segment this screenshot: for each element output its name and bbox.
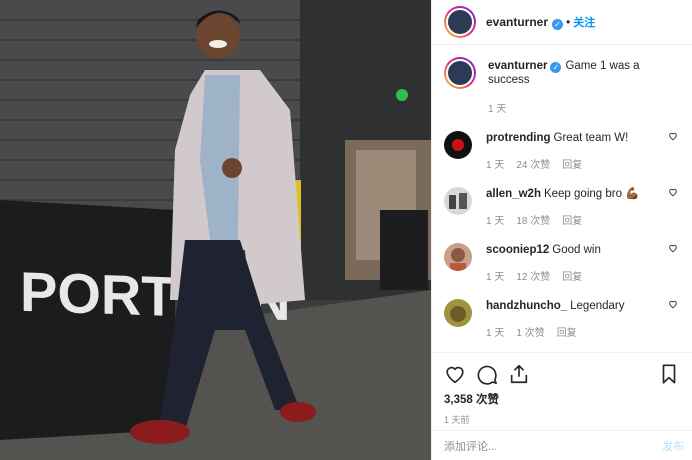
heart-icon[interactable] — [668, 299, 678, 309]
caption-row: evanturner ✓ Game 1 was a success 1 天 — [444, 57, 680, 115]
follow-button[interactable]: 关注 — [573, 17, 595, 29]
comment-likes[interactable]: 1 次赞 — [516, 324, 544, 339]
author-avatar[interactable] — [444, 6, 476, 38]
share-upload-icon[interactable] — [508, 363, 530, 385]
comment-likes[interactable]: 24 次赞 — [516, 156, 550, 171]
comment-time: 1 天 — [486, 272, 505, 283]
author-username[interactable]: evanturner — [486, 15, 548, 29]
comment-row: scooniep12 Good win 1 天 12 次赞 回复 — [444, 243, 680, 283]
post-header: evanturner ✓ • 关注 — [432, 0, 692, 45]
heart-icon[interactable] — [668, 187, 678, 197]
author-line: evanturner ✓ • 关注 — [486, 14, 595, 30]
comment-text: Keep going bro 💪🏾 — [543, 188, 640, 200]
comment-row: protrending Great team W! 1 天 24 次赞 回复 — [444, 131, 680, 171]
comment-username[interactable]: scooniep12 — [486, 244, 549, 256]
comment-username[interactable]: handzhuncho_ — [486, 300, 567, 312]
comment-row: handzhuncho_ Legendary 1 天 1 次赞 回复 — [444, 299, 680, 339]
reply-button[interactable]: 回复 — [562, 268, 582, 283]
caption-username[interactable]: evanturner — [488, 60, 547, 72]
post-photo[interactable]: PORTLAN — [0, 0, 431, 460]
commenter-avatar[interactable] — [444, 131, 472, 159]
heart-icon[interactable] — [668, 131, 678, 141]
comment-likes[interactable]: 12 次赞 — [516, 268, 550, 283]
add-comment-bar: 添加评论... 发布 — [432, 430, 692, 460]
verified-badge-icon: ✓ — [552, 19, 564, 30]
like-heart-icon[interactable] — [444, 363, 466, 385]
comment-time: 1 天 — [486, 328, 505, 339]
like-count[interactable]: 3,358 次赞 — [444, 391, 680, 407]
photo-artwork: PORTLAN — [0, 0, 431, 460]
bookmark-icon[interactable] — [658, 363, 680, 385]
comment-list: evanturner ✓ Game 1 was a success 1 天 prot… — [432, 57, 692, 339]
reply-button[interactable]: 回复 — [562, 212, 582, 227]
post-actions: 3,358 次赞 1 天前 — [432, 352, 692, 426]
verified-badge-icon: ✓ — [550, 62, 562, 73]
comment-time: 1 天 — [486, 216, 505, 227]
comment-row: allen_w2h Keep going bro 💪🏾 1 天 18 次赞 回复 — [444, 187, 680, 227]
comment-likes[interactable]: 18 次赞 — [516, 212, 550, 227]
comment-username[interactable]: allen_w2h — [486, 188, 541, 200]
comment-text: Legendary — [570, 300, 625, 312]
comment-text: Great team W! — [553, 132, 629, 144]
commenter-avatar[interactable] — [444, 243, 472, 271]
comment-bubble-icon[interactable] — [476, 363, 498, 385]
comments-panel: evanturner ✓ • 关注 evanturner ✓ Game 1 was a s… — [431, 0, 692, 460]
reply-button[interactable]: 回复 — [557, 324, 577, 339]
comment-input[interactable]: 添加评论... — [444, 438, 662, 454]
post-comment-button[interactable]: 发布 — [662, 438, 684, 454]
post-timestamp: 1 天前 — [444, 415, 470, 425]
commenter-avatar[interactable] — [444, 187, 472, 215]
comment-time: 1 天 — [486, 160, 505, 171]
comment-username[interactable]: protrending — [486, 132, 551, 144]
heart-icon[interactable] — [668, 243, 678, 253]
commenter-avatar[interactable] — [444, 299, 472, 327]
caption-time: 1 天 — [488, 104, 507, 115]
separator-dot: • — [566, 15, 571, 29]
caption-avatar[interactable] — [444, 57, 476, 89]
reply-button[interactable]: 回复 — [562, 156, 582, 171]
comment-text: Good win — [552, 244, 601, 256]
